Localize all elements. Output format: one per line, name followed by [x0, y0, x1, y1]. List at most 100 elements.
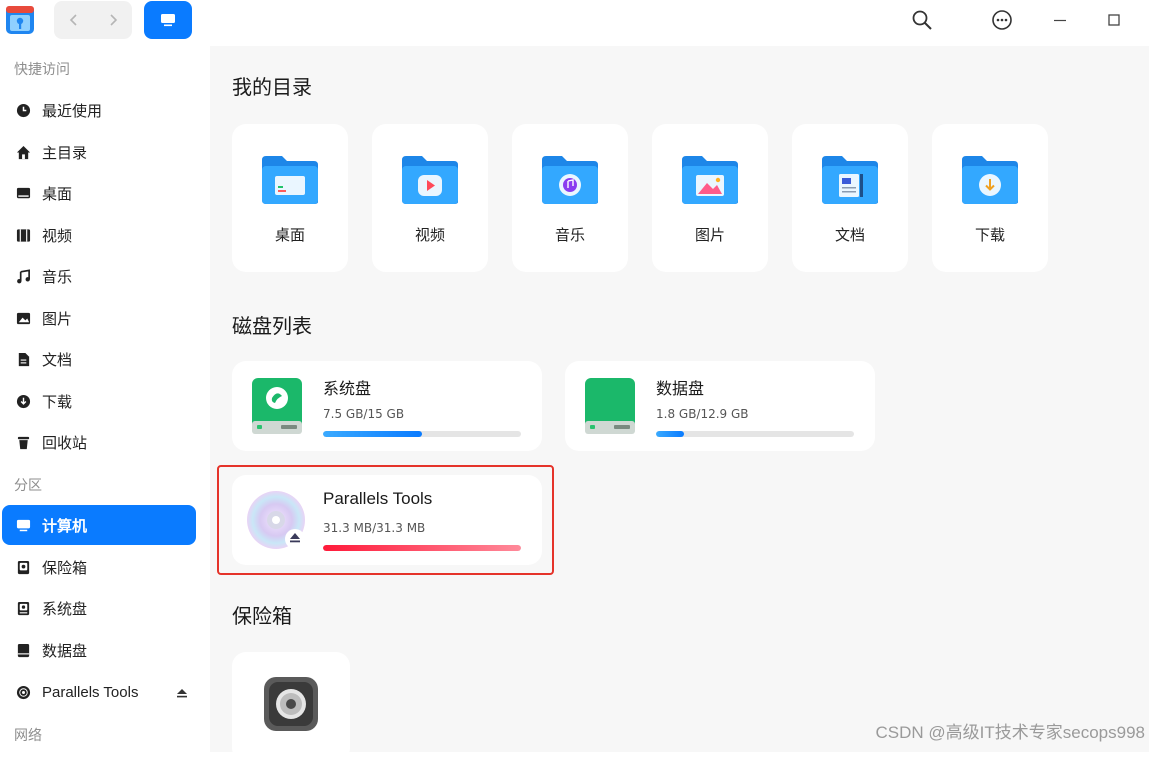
computer-view-button[interactable]: [144, 1, 192, 39]
downloads-folder-icon: [960, 154, 1020, 206]
sidebar-item-label: 下载: [42, 392, 73, 411]
sidebar-item-videos[interactable]: 视频: [2, 215, 196, 255]
folder-card-downloads[interactable]: 下载: [932, 124, 1048, 272]
disk-icon: [15, 600, 31, 616]
eject-icon[interactable]: [176, 684, 188, 703]
title-bar: [0, 0, 1149, 46]
back-button[interactable]: [54, 1, 93, 39]
document-icon: [15, 351, 31, 367]
sidebar-item-pictures[interactable]: 图片: [2, 298, 196, 338]
sidebar-item-label: 回收站: [42, 433, 88, 452]
disk-usage-bar: [323, 431, 521, 437]
disk-card-data[interactable]: 数据盘 1.8 GB/12.9 GB: [565, 361, 875, 451]
music-folder-icon: [540, 154, 600, 206]
vault-title: 保险箱: [232, 604, 292, 628]
cdrom-icon: [15, 684, 31, 700]
minimize-button[interactable]: [1048, 8, 1072, 32]
sidebar-item-trash[interactable]: 回收站: [2, 422, 196, 462]
highlight-annotation-box: [217, 465, 554, 575]
film-icon: [15, 227, 31, 243]
sidebar-item-label: 系统盘: [42, 599, 88, 618]
sidebar-item-home[interactable]: 主目录: [2, 132, 196, 172]
navigation-buttons: [54, 1, 132, 39]
sidebar-item-label: 计算机: [42, 516, 88, 535]
folder-card-music[interactable]: 音乐: [512, 124, 628, 272]
disk-icon: [15, 642, 31, 658]
sidebar-item-parallels-tools[interactable]: Parallels Tools: [2, 672, 196, 712]
disk-usage-fill: [656, 431, 684, 437]
quick-access-heading: 快捷访问: [14, 62, 70, 78]
sidebar-item-label: 图片: [42, 309, 73, 328]
sidebar-item-computer[interactable]: 计算机: [2, 505, 196, 545]
folder-label: 音乐: [554, 226, 585, 244]
disk-usage-fill: [323, 431, 422, 437]
download-icon: [15, 393, 31, 409]
disk-usage-bar: [656, 431, 854, 437]
data-disk-icon: [585, 378, 635, 434]
vault-icon: [15, 559, 31, 575]
chevron-right-icon: [109, 14, 117, 26]
sidebar-item-desktop[interactable]: 桌面: [2, 173, 196, 213]
network-heading: 网络: [14, 728, 42, 744]
video-folder-icon: [400, 154, 460, 206]
sidebar-item-system-disk[interactable]: 系统盘: [2, 588, 196, 628]
documents-folder-icon: [820, 154, 880, 206]
sidebar: 快捷访问 最近使用 主目录 桌面 视频 音乐 图片 文档 下载 回收站 分区 计…: [0, 46, 210, 752]
pictures-folder-icon: [680, 154, 740, 206]
partitions-heading: 分区: [14, 478, 42, 494]
monitor-icon: [161, 14, 175, 27]
safe-icon: [264, 677, 318, 731]
computer-icon: [15, 517, 31, 533]
folder-label: 文档: [834, 226, 865, 244]
sidebar-item-data-disk[interactable]: 数据盘: [2, 630, 196, 670]
music-icon: [15, 268, 31, 284]
disk-list-title: 磁盘列表: [232, 314, 312, 338]
sidebar-item-documents[interactable]: 文档: [2, 339, 196, 379]
sidebar-item-recent[interactable]: 最近使用: [2, 90, 196, 130]
disk-name: 系统盘: [323, 379, 372, 398]
folder-card-videos[interactable]: 视频: [372, 124, 488, 272]
folder-label: 桌面: [274, 226, 305, 244]
folder-label: 图片: [694, 226, 725, 244]
forward-button[interactable]: [93, 1, 132, 39]
sidebar-item-downloads[interactable]: 下载: [2, 381, 196, 421]
sidebar-item-label: 最近使用: [42, 101, 103, 120]
desktop-icon: [15, 185, 31, 201]
folder-label: 下载: [974, 226, 1005, 244]
watermark-text: CSDN @高级IT技术专家secops998: [875, 723, 1146, 742]
sidebar-item-label: 保险箱: [42, 558, 88, 577]
maximize-icon: [1108, 14, 1120, 26]
folder-label: 视频: [414, 226, 445, 244]
sidebar-item-label: 数据盘: [42, 641, 88, 660]
sidebar-item-music[interactable]: 音乐: [2, 256, 196, 296]
vault-card[interactable]: [232, 652, 350, 762]
trash-icon: [15, 434, 31, 450]
disk-size: 7.5 GB/15 GB: [323, 407, 405, 421]
minimize-icon: [1054, 19, 1066, 22]
more-icon: [992, 10, 1012, 30]
disk-size: 1.8 GB/12.9 GB: [656, 407, 749, 421]
main-menu-button[interactable]: [990, 8, 1014, 32]
system-disk-icon: [252, 378, 302, 434]
disk-name: 数据盘: [656, 379, 705, 398]
my-directories-title: 我的目录: [232, 75, 312, 99]
search-button[interactable]: [910, 8, 934, 32]
disk-card-system[interactable]: 系统盘 7.5 GB/15 GB: [232, 361, 542, 451]
folder-card-pictures[interactable]: 图片: [652, 124, 768, 272]
search-icon: [912, 10, 932, 30]
folder-card-desktop[interactable]: 桌面: [232, 124, 348, 272]
sidebar-item-label: Parallels Tools: [42, 683, 139, 701]
chevron-left-icon: [69, 14, 77, 26]
maximize-button[interactable]: [1102, 8, 1126, 32]
sidebar-item-vault[interactable]: 保险箱: [2, 547, 196, 587]
desktop-folder-icon: [260, 154, 320, 206]
sidebar-item-label: 视频: [42, 226, 73, 245]
folder-card-documents[interactable]: 文档: [792, 124, 908, 272]
home-icon: [15, 144, 31, 160]
image-icon: [15, 310, 31, 326]
sidebar-item-label: 主目录: [42, 143, 88, 162]
sidebar-item-label: 桌面: [42, 184, 73, 203]
sidebar-item-label: 音乐: [42, 267, 73, 286]
main-content: 我的目录 桌面 视频 音乐 图片 文档 下载 磁盘列表 系统盘 7.5 GB/1…: [210, 46, 1149, 762]
clock-icon: [15, 102, 31, 118]
